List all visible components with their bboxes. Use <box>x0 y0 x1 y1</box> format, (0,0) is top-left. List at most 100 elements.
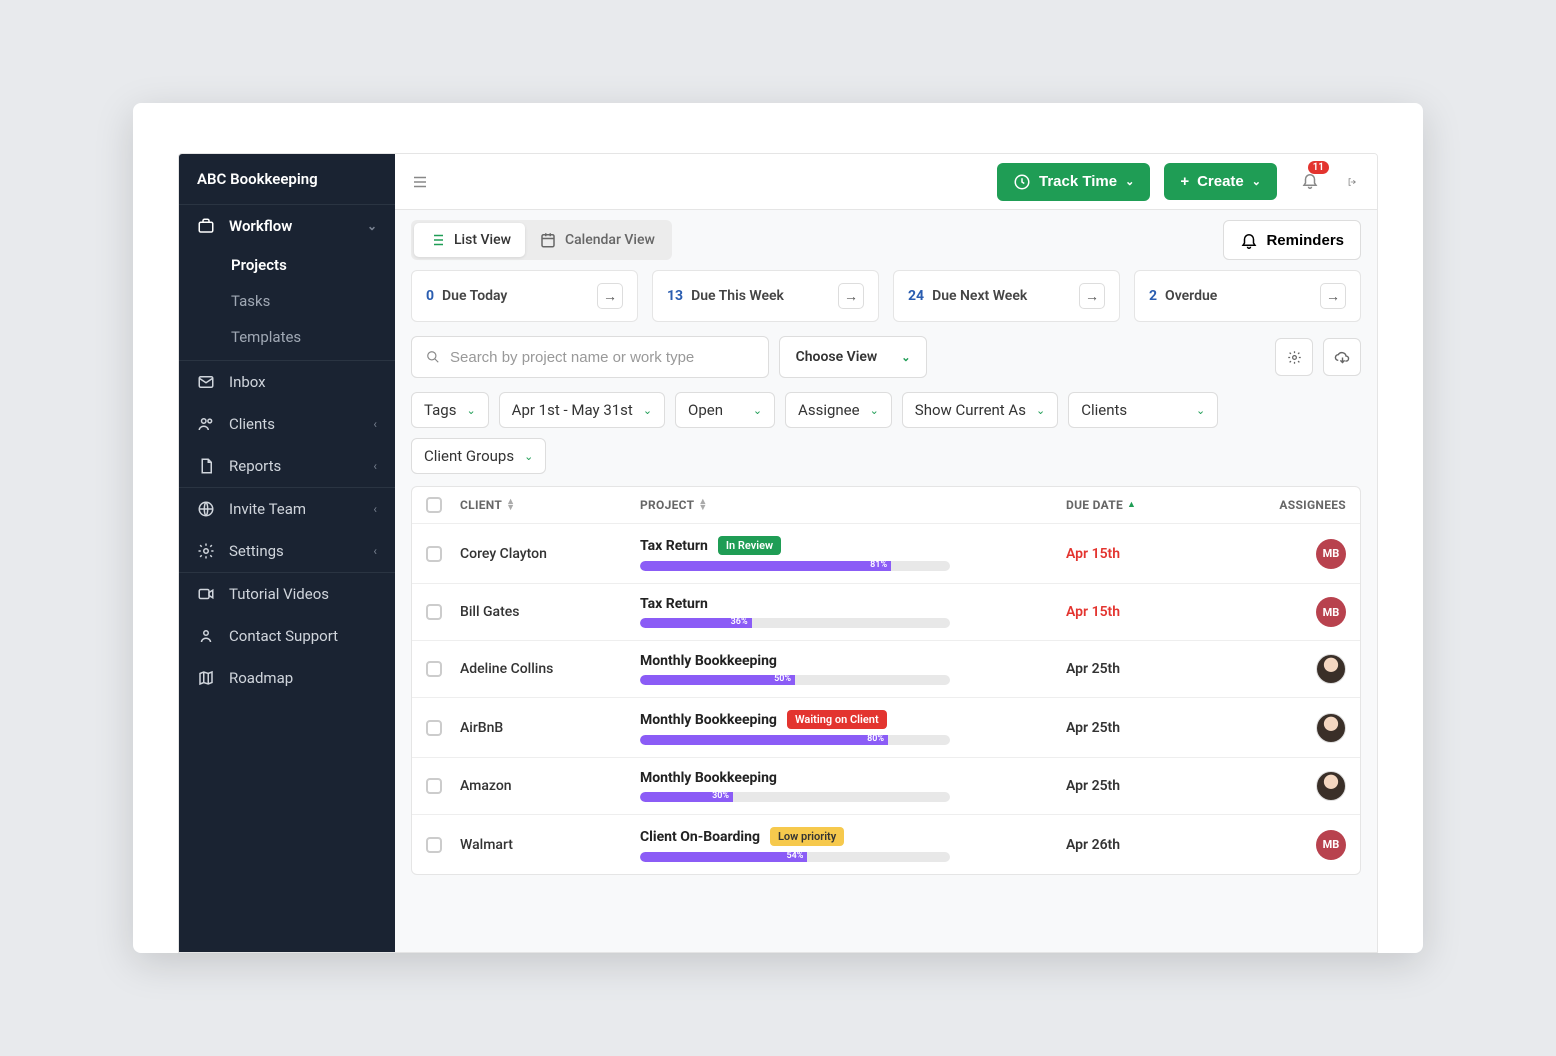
stat-label: Due Today <box>442 288 507 304</box>
calendar-view-button[interactable]: Calendar View <box>525 223 669 257</box>
assignee-avatar[interactable]: MB <box>1316 539 1346 569</box>
filter-daterange[interactable]: Apr 1st - May 31st⌄ <box>499 392 665 428</box>
sidebar-subitem-projects[interactable]: Projects <box>179 247 395 283</box>
track-time-button[interactable]: Track Time ⌄ <box>997 163 1150 201</box>
progress-fill: 80% <box>640 735 888 745</box>
assignee-avatar[interactable]: MB <box>1316 597 1346 627</box>
filter-client-groups[interactable]: Client Groups⌄ <box>411 438 546 474</box>
cloud-download-button[interactable] <box>1323 338 1361 376</box>
map-icon <box>197 669 215 687</box>
assignee-avatar[interactable]: MB <box>1316 830 1346 860</box>
sidebar-item-inbox[interactable]: Inbox <box>179 361 395 403</box>
progress-label: 50% <box>774 675 791 684</box>
table-row[interactable]: Corey Clayton Tax Return In Review 81% A… <box>412 524 1360 584</box>
col-due[interactable]: DUE DATE▲ <box>1066 498 1246 512</box>
settings-icon-button[interactable] <box>1275 338 1313 376</box>
chevron-down-icon: ⌄ <box>870 404 879 417</box>
progress-fill: 30% <box>640 792 733 802</box>
project-title: Tax Return <box>640 596 708 612</box>
document-icon <box>197 457 215 475</box>
sidebar-item-tutorial[interactable]: Tutorial Videos <box>179 573 395 615</box>
sidebar-item-support[interactable]: Contact Support <box>179 615 395 657</box>
stat-label: Due This Week <box>691 288 784 304</box>
sidebar-label: Roadmap <box>229 669 293 687</box>
row-checkbox[interactable] <box>426 604 442 620</box>
project-cell: Tax Return 36% <box>640 596 1066 628</box>
filter-status[interactable]: Open⌄ <box>675 392 775 428</box>
reminders-button[interactable]: Reminders <box>1223 220 1361 260</box>
logout-icon[interactable] <box>1343 173 1361 191</box>
filter-tags[interactable]: Tags⌄ <box>411 392 489 428</box>
filter-clients[interactable]: Clients⌄ <box>1068 392 1218 428</box>
assignee-avatar[interactable] <box>1316 654 1346 684</box>
chevron-down-icon: ⌄ <box>1196 404 1205 417</box>
stat-card[interactable]: 2 Overdue → <box>1134 270 1361 322</box>
progress-label: 81% <box>870 561 887 570</box>
row-checkbox[interactable] <box>426 778 442 794</box>
chevron-left-icon: ‹ <box>373 502 377 516</box>
sidebar-item-clients[interactable]: Clients ‹ <box>179 403 395 445</box>
progress-bar: 36% <box>640 618 950 628</box>
col-client[interactable]: CLIENT▲▼ <box>460 498 640 512</box>
select-all-checkbox[interactable] <box>426 497 442 513</box>
arrow-right-icon[interactable]: → <box>1320 283 1346 309</box>
row-checkbox[interactable] <box>426 546 442 562</box>
sidebar-subitem-templates[interactable]: Templates <box>179 319 395 360</box>
button-label: Create <box>1197 173 1244 190</box>
envelope-icon <box>197 373 215 391</box>
chevron-down-icon: ⌄ <box>1252 175 1261 188</box>
progress-label: 30% <box>712 792 729 801</box>
search-input[interactable] <box>450 349 754 366</box>
due-date: Apr 26th <box>1066 837 1120 853</box>
table-row[interactable]: Adeline Collins Monthly Bookkeeping 50% … <box>412 641 1360 698</box>
table-row[interactable]: Walmart Client On-Boarding Low priority … <box>412 815 1360 874</box>
assignee-avatar[interactable] <box>1316 713 1346 743</box>
view-toggle: List View Calendar View <box>411 220 672 260</box>
project-cell: Monthly Bookkeeping Waiting on Client 80… <box>640 710 1066 745</box>
chevron-down-icon: ⌄ <box>367 219 377 233</box>
row-checkbox[interactable] <box>426 661 442 677</box>
dropdown-label: Choose View <box>796 349 878 365</box>
create-button[interactable]: + Create ⌄ <box>1164 163 1277 200</box>
sidebar-item-workflow[interactable]: Workflow ⌄ <box>179 205 395 247</box>
project-cell: Tax Return In Review 81% <box>640 536 1066 571</box>
row-checkbox[interactable] <box>426 720 442 736</box>
row-checkbox[interactable] <box>426 837 442 853</box>
arrow-right-icon[interactable]: → <box>1079 283 1105 309</box>
sidebar-subitem-tasks[interactable]: Tasks <box>179 283 395 319</box>
sidebar-item-invite[interactable]: Invite Team ‹ <box>179 488 395 530</box>
col-project[interactable]: PROJECT▲▼ <box>640 498 1066 512</box>
sidebar-label: Contact Support <box>229 627 338 645</box>
stat-card[interactable]: 0 Due Today → <box>411 270 638 322</box>
projects-table: CLIENT▲▼ PROJECT▲▼ DUE DATE▲ ASSIGNEES C… <box>411 486 1361 875</box>
notifications-button[interactable]: 11 <box>1297 167 1323 197</box>
filter-assignee[interactable]: Assignee⌄ <box>785 392 892 428</box>
stat-label: Overdue <box>1165 288 1217 304</box>
progress-fill: 54% <box>640 852 807 862</box>
menu-icon[interactable] <box>411 173 429 191</box>
filter-show-current[interactable]: Show Current As⌄ <box>902 392 1058 428</box>
sidebar-item-reports[interactable]: Reports ‹ <box>179 445 395 487</box>
button-label: Reminders <box>1266 232 1344 249</box>
sidebar-item-settings[interactable]: Settings ‹ <box>179 530 395 572</box>
chevron-left-icon: ‹ <box>373 459 377 473</box>
assignee-avatar[interactable] <box>1316 771 1346 801</box>
progress-bar: 30% <box>640 792 950 802</box>
arrow-right-icon[interactable]: → <box>597 283 623 309</box>
table-row[interactable]: Amazon Monthly Bookkeeping 30% Apr 25th <box>412 758 1360 815</box>
list-view-button[interactable]: List View <box>414 223 525 257</box>
progress-label: 80% <box>867 735 884 744</box>
sidebar-item-roadmap[interactable]: Roadmap <box>179 657 395 699</box>
filter-bar: Tags⌄ Apr 1st - May 31st⌄ Open⌄ Assignee… <box>395 392 1377 486</box>
button-label: Track Time <box>1039 173 1117 190</box>
choose-view-dropdown[interactable]: Choose View ⌄ <box>779 336 928 378</box>
chevron-down-icon: ⌄ <box>466 404 475 417</box>
arrow-right-icon[interactable]: → <box>838 283 864 309</box>
table-row[interactable]: AirBnB Monthly Bookkeeping Waiting on Cl… <box>412 698 1360 758</box>
status-tag: Low priority <box>770 827 844 846</box>
project-title: Monthly Bookkeeping <box>640 712 777 728</box>
table-row[interactable]: Bill Gates Tax Return 36% Apr 15th MB <box>412 584 1360 641</box>
stat-card[interactable]: 13 Due This Week → <box>652 270 879 322</box>
stat-card[interactable]: 24 Due Next Week → <box>893 270 1120 322</box>
project-title: Client On-Boarding <box>640 829 760 845</box>
